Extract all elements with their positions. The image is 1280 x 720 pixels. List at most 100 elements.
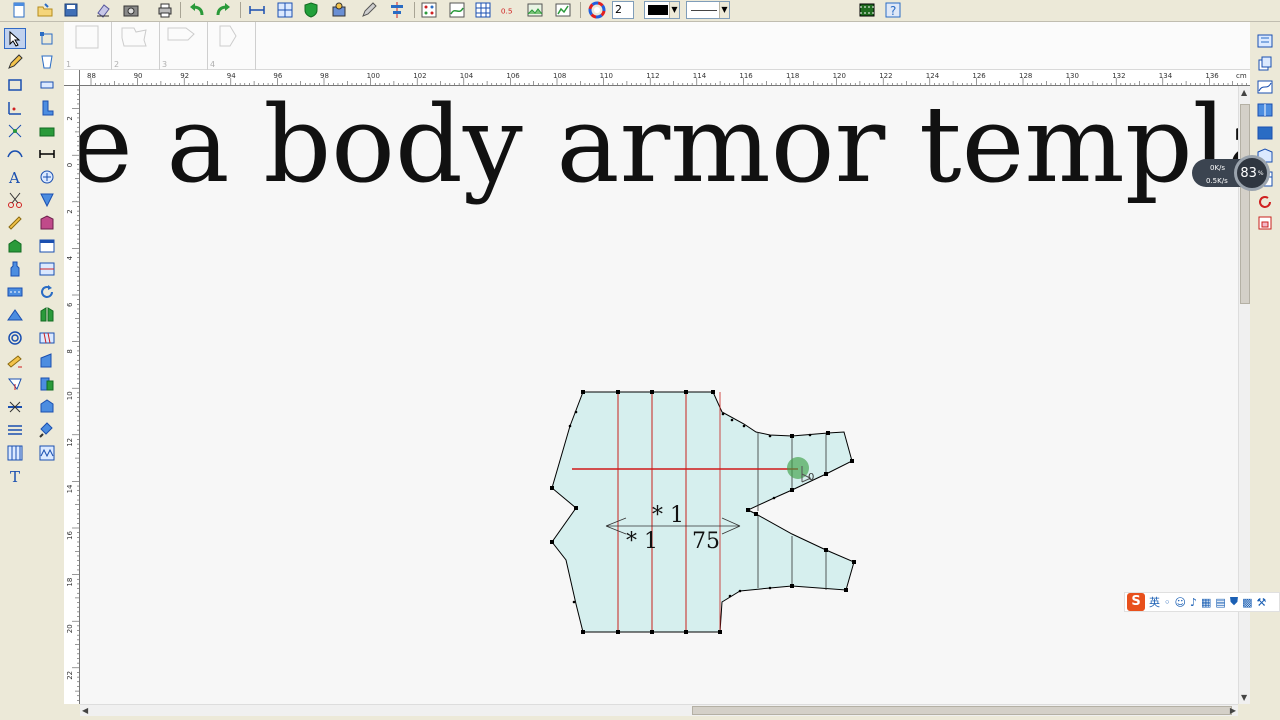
paint-icon[interactable] <box>328 0 350 20</box>
save-icon[interactable] <box>60 0 82 20</box>
piece-curve-icon[interactable] <box>1253 76 1277 97</box>
width-arrows-icon[interactable] <box>36 143 58 164</box>
curve-icon[interactable] <box>446 0 468 20</box>
panel-blue-icon[interactable] <box>36 350 58 371</box>
pencil-icon[interactable] <box>4 51 26 72</box>
eraser-icon[interactable] <box>92 0 114 20</box>
scroll-up-icon[interactable]: ▲ <box>1241 88 1247 97</box>
window-icon[interactable] <box>36 235 58 256</box>
piece-thumb-3[interactable]: 3 <box>160 22 208 70</box>
pin-icon[interactable] <box>36 419 58 440</box>
piece-thumb-1[interactable]: 1 <box>64 22 112 70</box>
mirror-icon[interactable] <box>36 304 58 325</box>
seam-icon[interactable] <box>36 373 58 394</box>
rectangle-icon[interactable] <box>4 74 26 95</box>
green-panel-icon[interactable] <box>36 120 58 141</box>
notch-icon[interactable] <box>4 373 26 394</box>
ruler-pen-icon[interactable] <box>4 350 26 371</box>
new-icon[interactable] <box>8 0 30 20</box>
ime-grid-icon[interactable]: ▩ <box>1242 596 1252 609</box>
piece-copy-icon[interactable] <box>1253 53 1277 74</box>
horizontal-scroll-thumb[interactable] <box>692 706 1232 715</box>
line-point-icon[interactable] <box>4 97 26 118</box>
piece-flip-icon[interactable] <box>1253 99 1277 120</box>
cup-icon[interactable] <box>36 51 58 72</box>
scroll-left-icon[interactable]: ◀ <box>82 706 88 715</box>
horizontal-scrollbar[interactable]: ◀ ▶ <box>80 704 1238 716</box>
layout-icon[interactable] <box>36 258 58 279</box>
ime-voice-icon[interactable]: ♪ <box>1190 596 1197 609</box>
piece-rotate-icon[interactable] <box>1253 191 1277 212</box>
cut-shape-icon[interactable] <box>36 74 58 95</box>
piece-fill-icon[interactable] <box>1253 122 1277 143</box>
vertical-scroll-thumb[interactable] <box>1240 104 1250 304</box>
multi-line-icon[interactable] <box>4 419 26 440</box>
chart-icon[interactable] <box>552 0 574 20</box>
ime-shirt-icon[interactable]: ⛊ <box>1230 595 1238 609</box>
tag-icon[interactable] <box>36 396 58 417</box>
line-style-select[interactable]: ▼ <box>686 1 730 19</box>
piece-thumb-4[interactable]: 4 <box>208 22 256 70</box>
scatter-icon[interactable] <box>4 120 26 141</box>
fold-icon[interactable] <box>36 189 58 210</box>
scroll-down-icon[interactable]: ▼ <box>1241 693 1247 702</box>
stitch-grid-icon[interactable] <box>4 442 26 463</box>
ime-toolbar[interactable]: S 英 ◦ ☺ ♪ ▦ ▤ ⛊ ▩ ⚒ <box>1124 592 1280 612</box>
select-arrow-icon[interactable] <box>4 28 26 49</box>
scroll-right-icon[interactable]: ▶ <box>1230 706 1236 715</box>
line-style-preview <box>691 10 717 11</box>
ime-language-toggle[interactable]: 英 <box>1149 594 1160 610</box>
camera-icon[interactable] <box>120 0 142 20</box>
rotate-icon[interactable] <box>36 281 58 302</box>
pen-icon[interactable] <box>358 0 380 20</box>
ime-keyboard-icon[interactable]: ▦ <box>1201 596 1211 609</box>
transform-icon[interactable] <box>36 28 58 49</box>
ime-skin-icon[interactable]: ▤ <box>1215 596 1225 609</box>
pattern-piece[interactable] <box>551 391 855 633</box>
network-monitor-widget[interactable]: 0K/s 0.5K/s 83% <box>1192 155 1278 191</box>
scale-icon[interactable]: 0.5 <box>498 0 520 20</box>
open-icon[interactable] <box>34 0 56 20</box>
ruler-label: 90 <box>134 72 143 80</box>
redo-icon[interactable] <box>212 0 234 20</box>
boot-icon[interactable] <box>36 97 58 118</box>
ime-logo[interactable]: S <box>1127 593 1145 611</box>
cutter-icon[interactable] <box>4 396 26 417</box>
zigzag-icon[interactable] <box>36 442 58 463</box>
line-width-input[interactable]: 2 <box>612 1 634 19</box>
grade-icon[interactable] <box>36 212 58 233</box>
undo-icon[interactable] <box>186 0 208 20</box>
piece-pink-icon[interactable] <box>1253 212 1277 233</box>
film-icon[interactable] <box>856 0 878 20</box>
ime-emoji-icon[interactable]: ☺ <box>1175 596 1186 609</box>
memory-gauge[interactable]: 83% <box>1234 155 1270 191</box>
color-wheel-icon[interactable] <box>586 0 608 20</box>
table-icon[interactable] <box>472 0 494 20</box>
scissors-icon[interactable] <box>4 189 26 210</box>
dots-icon[interactable] <box>418 0 440 20</box>
text-a-icon[interactable]: A <box>4 166 26 187</box>
piece-green-icon[interactable] <box>4 235 26 256</box>
ime-punctuation-icon[interactable]: ◦ <box>1164 596 1171 609</box>
hem-icon[interactable] <box>4 281 26 302</box>
text-t-icon[interactable]: T <box>4 465 26 486</box>
piece-thumb-2[interactable]: 2 <box>112 22 160 70</box>
grid-icon[interactable] <box>274 0 296 20</box>
help-icon[interactable]: ? <box>882 0 904 20</box>
drawing-canvas[interactable]: e a body armor templa * 1 * 1 75 0 <box>80 86 1238 704</box>
line-color-select[interactable]: ▼ <box>644 1 680 19</box>
button-circle-icon[interactable] <box>36 166 58 187</box>
ruler-tool-icon[interactable] <box>4 212 26 233</box>
pleat-icon[interactable] <box>36 327 58 348</box>
photo-icon[interactable] <box>524 0 546 20</box>
ime-wrench-icon[interactable]: ⚒ <box>1256 596 1266 609</box>
spiral-icon[interactable] <box>4 327 26 348</box>
dart-icon[interactable] <box>4 304 26 325</box>
measure-icon[interactable] <box>246 0 268 20</box>
curve-tool-icon[interactable] <box>4 143 26 164</box>
piece-arrange-icon[interactable] <box>1253 30 1277 51</box>
align-icon[interactable] <box>386 0 408 20</box>
shield-icon[interactable] <box>300 0 322 20</box>
bottle-icon[interactable] <box>4 258 26 279</box>
print-icon[interactable] <box>154 0 176 20</box>
